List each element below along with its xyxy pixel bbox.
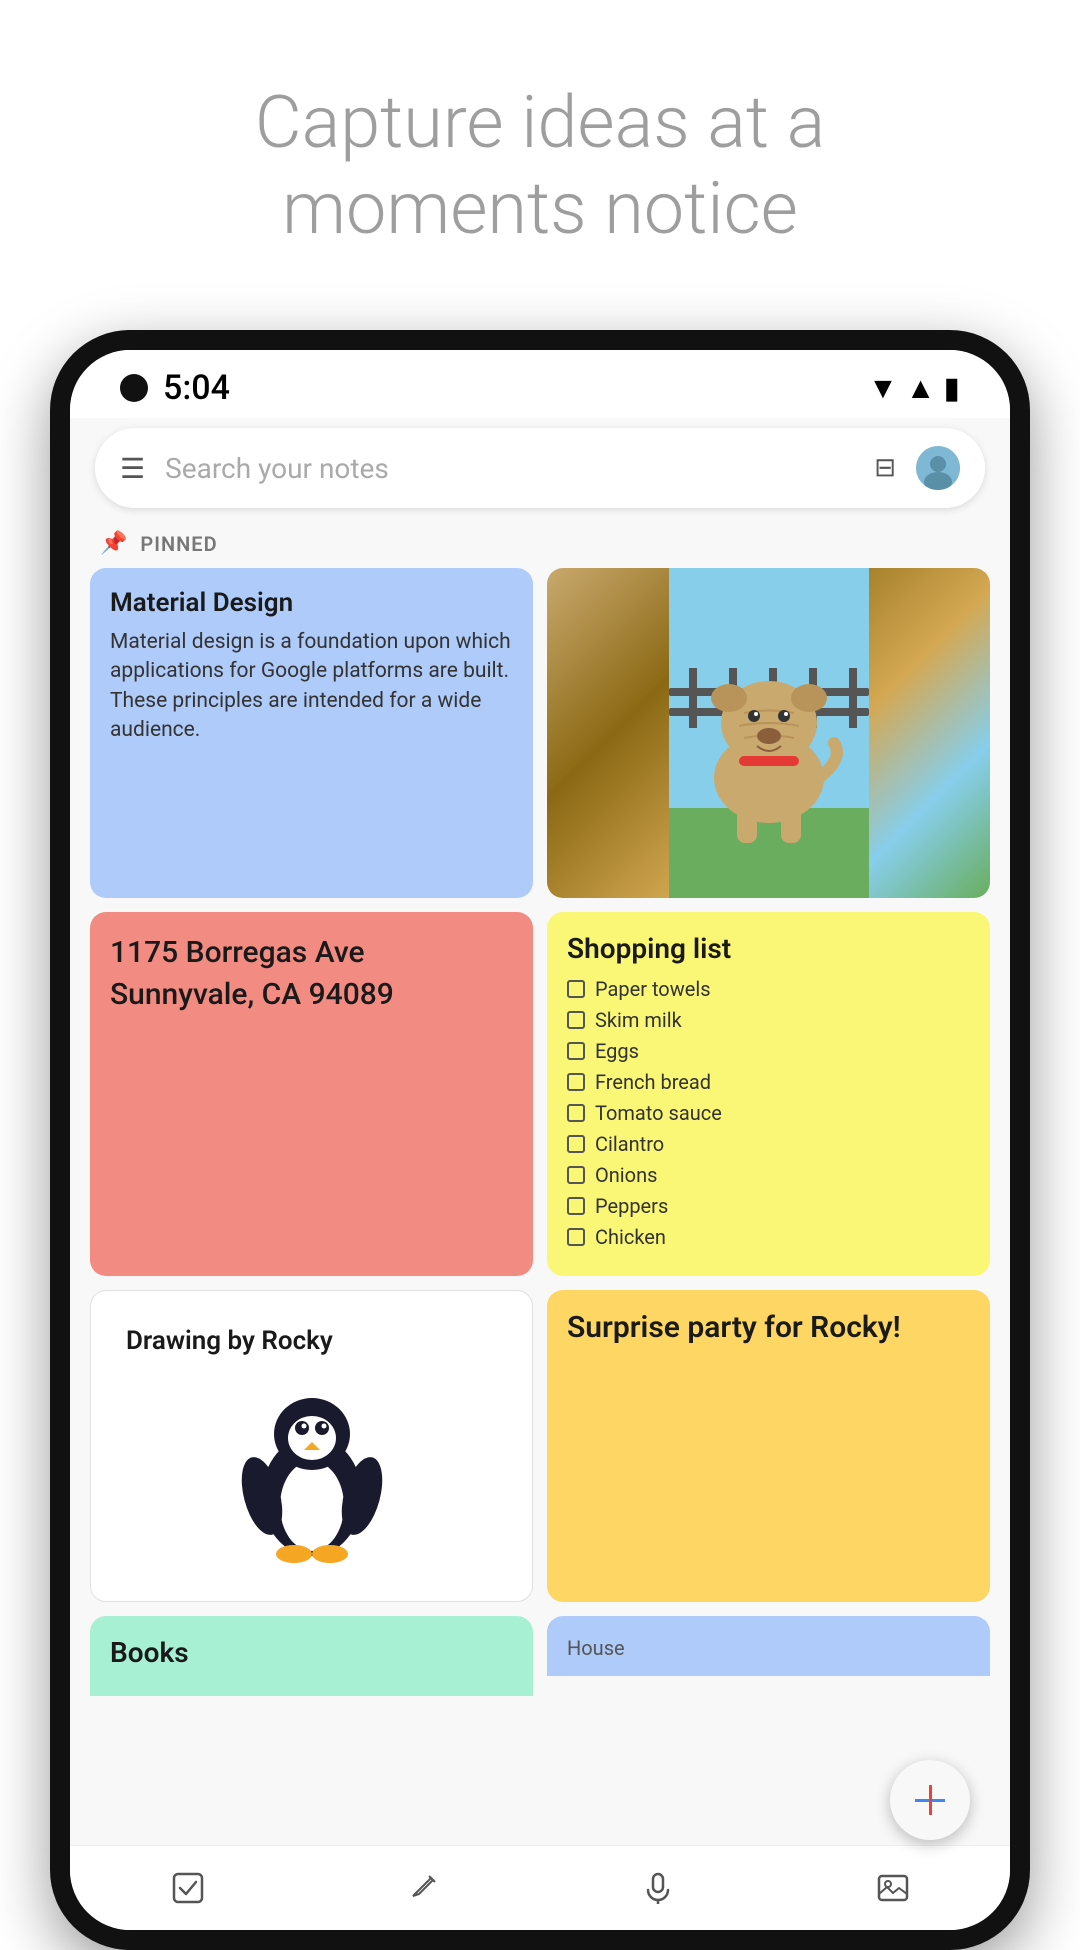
nav-pencil-button[interactable] — [393, 1858, 453, 1918]
phone-screen: 5:04 ▼ ▲ ▮ ☰ Search your notes ⊟ � — [70, 350, 1010, 1930]
notes-grid-row3: Drawing by Rocky — [70, 1290, 1010, 1602]
note-title-drawing: Drawing by Rocky — [126, 1326, 333, 1356]
pinned-section-label: 📌 PINNED — [70, 523, 1010, 568]
nav-checkboxes-button[interactable] — [158, 1858, 218, 1918]
signal-icon: ▲ — [906, 371, 936, 406]
notes-grid-row2: 1175 Borregas Ave Sunnyvale, CA 94089 Sh… — [70, 912, 1010, 1276]
fab-add-button[interactable] — [890, 1760, 970, 1840]
penguin-svg — [232, 1366, 392, 1566]
user-avatar[interactable] — [916, 446, 960, 490]
status-icons: ▼ ▲ ▮ — [868, 371, 960, 406]
note-card-material-design[interactable]: Material Design Material design is a fou… — [90, 568, 533, 898]
notes-grid-row4: Books House — [70, 1616, 1010, 1696]
checkbox-6[interactable] — [567, 1135, 585, 1153]
shopping-item-8: Peppers — [567, 1194, 970, 1218]
dog-image — [547, 568, 990, 898]
note-body-material: Material design is a foundation upon whi… — [110, 628, 513, 746]
note-title-material: Material Design — [110, 588, 513, 618]
note-card-surprise-party[interactable]: Surprise party for Rocky! — [547, 1290, 990, 1602]
shopping-item-9: Chicken — [567, 1225, 970, 1249]
checkbox-8[interactable] — [567, 1197, 585, 1215]
penguin-drawing-container: Drawing by Rocky — [111, 1311, 512, 1581]
shopping-item-6: Cilantro — [567, 1132, 970, 1156]
shopping-item-2: Skim milk — [567, 1008, 970, 1032]
checkbox-2[interactable] — [567, 1011, 585, 1029]
phone-frame: 5:04 ▼ ▲ ▮ ☰ Search your notes ⊟ � — [50, 330, 1030, 1950]
nav-microphone-button[interactable] — [628, 1858, 688, 1918]
note-card-dog-photo[interactable] — [547, 568, 990, 898]
menu-icon: ☰ — [120, 452, 145, 485]
battery-icon: ▮ — [943, 371, 960, 406]
status-time: 5:04 — [163, 368, 230, 408]
bottom-navigation — [70, 1845, 1010, 1930]
checkbox-7[interactable] — [567, 1166, 585, 1184]
search-placeholder: Search your notes — [165, 452, 854, 485]
checkbox-5[interactable] — [567, 1104, 585, 1122]
note-card-shopping-list[interactable]: Shopping list Paper towels Skim milk Egg… — [547, 912, 990, 1276]
nav-image-button[interactable] — [863, 1858, 923, 1918]
checkbox-1[interactable] — [567, 980, 585, 998]
note-address-text: 1175 Borregas Ave Sunnyvale, CA 94089 — [110, 932, 513, 1016]
notes-grid-row1: Material Design Material design is a fou… — [70, 568, 1010, 898]
shopping-item-5: Tomato sauce — [567, 1101, 970, 1125]
hero-text: Capture ideas at a moments notice — [0, 0, 1080, 293]
note-card-books[interactable]: Books — [90, 1616, 533, 1696]
checkbox-9[interactable] — [567, 1228, 585, 1246]
note-card-partial-blue[interactable]: House — [547, 1616, 990, 1676]
shopping-item-3: Eggs — [567, 1039, 970, 1063]
grid-view-icon[interactable]: ⊟ — [874, 453, 896, 483]
checkbox-4[interactable] — [567, 1073, 585, 1091]
shopping-item-1: Paper towels — [567, 977, 970, 1001]
shopping-item-4: French bread — [567, 1070, 970, 1094]
checkbox-3[interactable] — [567, 1042, 585, 1060]
pinned-text: PINNED — [140, 532, 217, 556]
notes-area: Material Design Material design is a fou… — [70, 568, 1010, 1930]
hero-line1: Capture ideas at a — [255, 80, 825, 165]
wifi-icon: ▼ — [868, 371, 898, 406]
search-bar[interactable]: ☰ Search your notes ⊟ — [95, 428, 985, 508]
shopping-list-title: Shopping list — [567, 932, 970, 965]
note-card-address[interactable]: 1175 Borregas Ave Sunnyvale, CA 94089 — [90, 912, 533, 1276]
surprise-party-text: Surprise party for Rocky! — [567, 1310, 901, 1345]
pin-icon: 📌 — [100, 531, 128, 556]
camera-dot — [120, 374, 148, 402]
shopping-item-7: Onions — [567, 1163, 970, 1187]
hero-line2: moments notice — [282, 166, 798, 251]
status-bar: 5:04 ▼ ▲ ▮ — [70, 350, 1010, 418]
note-card-drawing-rocky[interactable]: Drawing by Rocky — [90, 1290, 533, 1602]
note-title-books: Books — [110, 1636, 513, 1669]
